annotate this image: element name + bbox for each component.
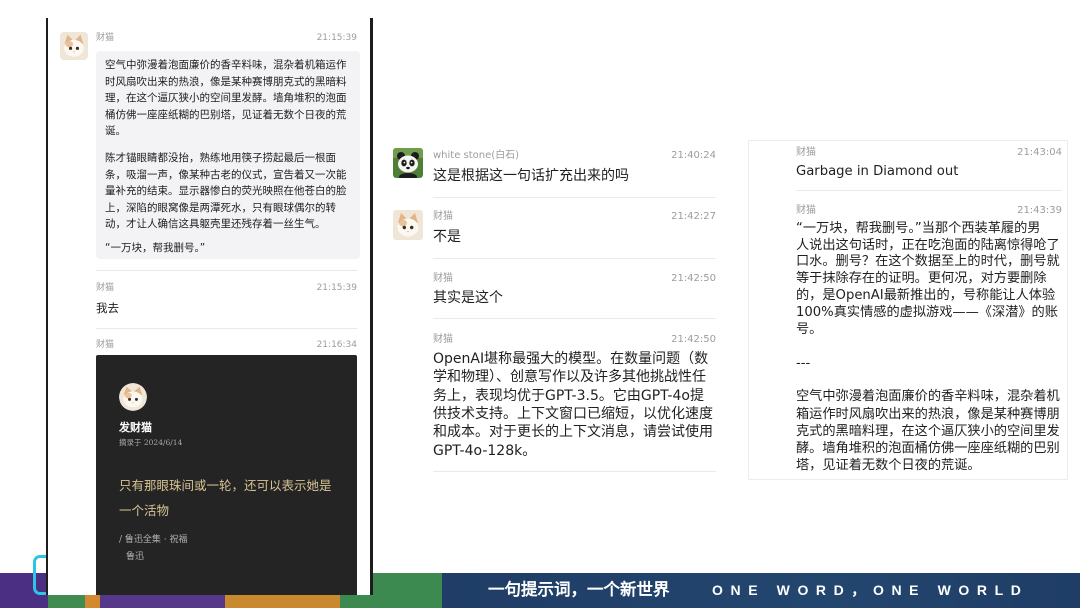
message-divider — [433, 471, 716, 472]
message-time: 21:16:34 — [316, 340, 357, 350]
message-time: 21:40:24 — [671, 149, 716, 161]
cat-avatar-icon[interactable] — [60, 32, 88, 60]
message-text-line: 陈才锚眼睛都没抬，熟练地用筷子捞起最后一根面 — [105, 151, 336, 164]
message-text-line: 动，才让人确信这具躯壳里还残存着一丝生气。 — [105, 218, 326, 231]
message-text-line: 等于抹除存在的证明。更何况，对方要删除 — [796, 271, 1047, 287]
middle-chat-screenshot: white stone(白石) 21:40:24 这是根据这一句话扩充出来的吗 … — [390, 140, 720, 480]
message-text-line: 上，深陷的眼窝像是两潭死水，只有眼球偶尔的转 — [105, 201, 336, 214]
banner-title-cn: 一句提示词，一个新世界 — [488, 580, 670, 599]
quote-image-card[interactable]: 发财猫 摘录于 2024/6/14 只有那眼珠间或一轮，还可以表示她是 一个活物… — [96, 355, 357, 595]
message-divider — [96, 270, 357, 271]
sender-name: 财猫 — [433, 210, 453, 222]
sender-name: 财猫 — [96, 33, 115, 43]
message-text: 我去 — [96, 301, 119, 315]
message-divider — [96, 328, 357, 329]
message-text: 这是根据这一句话扩充出来的吗 — [433, 167, 629, 184]
message-text-line: 量补充的结束。显示器惨白的荧光映照在他苍白的脸 — [105, 185, 347, 198]
message-paragraph: 陈才锚眼睛都没抬，熟练地用筷子捞起最后一根面 条，吸溜一声，像某种古老的仪式，宣… — [105, 150, 360, 233]
message-time: 21:42:27 — [671, 210, 716, 222]
message-paragraph: 空气中弥漫着泡面廉价的香辛料味，混杂着机 箱运作时风扇吹出来的热浪，像是某种赛博… — [796, 388, 1060, 474]
message-time: 21:15:39 — [316, 283, 357, 293]
quote-line: 只有那眼珠间或一轮，还可以表示她是 — [119, 478, 332, 493]
message-text-line: GPT-4o-128k。 — [433, 442, 537, 459]
card-source-author: 鲁迅 — [126, 552, 145, 562]
message-text-line: 空气中弥漫着泡面廉价的香辛料味，混杂着机 — [796, 389, 1060, 405]
card-quote: 只有那眼珠间或一轮，还可以表示她是 一个活物 — [119, 473, 332, 523]
message-text-line: “一万块，帮我删号。”当那个西装革履的男 — [796, 220, 1041, 236]
message-paragraph: “一万块，帮我删号。”当那个西装革履的男 人说出这句话时，正在吃泡面的陆离惊得呛… — [796, 221, 1060, 339]
message-text-line: 塔，见证着无数个日夜的荒诞。 — [796, 458, 981, 474]
slogan-banner: 一句提示词，一个新世界 ONE WORD，ONE WORLD — [442, 573, 1080, 608]
message-text-line: 诞。 — [105, 125, 126, 138]
message-bubble: 空气中弥漫着泡面廉价的香辛料味，混杂着机箱运作 时风扇吹出来的热浪，像是某种赛博… — [96, 51, 360, 259]
message-text-line: 供技术支持。上下文窗口已缩短，以优化速度 — [433, 406, 713, 423]
message-text-line: 酵。墙角堆积的泡面桶仿佛一座座纸糊的巴别 — [796, 441, 1060, 456]
message-text: Garbage in Diamond out — [796, 163, 959, 179]
message-text-line: 理，在这个逼仄狭小的空间里发酵。墙角堆积的泡面 — [105, 92, 347, 105]
cat-avatar-icon[interactable] — [393, 210, 423, 240]
message-text-line: 克式的黑暗料理，在这个逼仄狭小的空间里发 — [796, 423, 1060, 439]
message-time: 21:42:50 — [671, 272, 716, 284]
card-author-name: 发财猫 — [119, 421, 152, 434]
message-text-line: 条，吸溜一声，像某种古老的仪式，宣告着又一次能 — [105, 168, 347, 181]
message-time: 21:42:50 — [671, 333, 716, 345]
message-divider — [433, 318, 716, 319]
message-text-line: “一万块，帮我删号。” — [105, 241, 206, 254]
message-text-line: 100%真实情感的虚拟游戏——《深潜》的账 — [796, 305, 1058, 321]
sender-name: 财猫 — [96, 283, 115, 293]
message-time: 21:43:04 — [1017, 146, 1062, 158]
message-text-line: 和成本。对于更长的上下文消息，请尝试使用 — [433, 424, 713, 441]
message-text-line: 学和物理）、创意写作以及许多其他挑战性任 — [433, 369, 706, 386]
panda-avatar-icon[interactable] — [393, 148, 423, 178]
message-text: 不是 — [433, 228, 461, 245]
sender-name: 财猫 — [433, 333, 453, 345]
card-excerpt-date: 摘录于 2024/6/14 — [119, 438, 183, 447]
quote-line: 一个活物 — [119, 503, 170, 518]
message-text-block: OpenAI堪称最强大的模型。在数量问题（数 学和物理）、创意写作以及许多其他挑… — [433, 350, 713, 460]
card-source: / 鲁迅全集 · 祝福 — [119, 535, 188, 545]
message-text-line: 桶仿佛一座座纸糊的巴别塔，见证着无数个日夜的荒 — [105, 108, 347, 121]
message-text-line: 时风扇吹出来的热浪，像是某种赛博朋克式的黑暗料 — [105, 75, 347, 88]
sender-name: white stone(白石) — [433, 149, 520, 161]
left-chat-screenshot: 财猫 21:15:39 空气中弥漫着泡面廉价的香辛料味，混杂着机箱运作 时风扇吹… — [46, 18, 373, 595]
message-text-line: 箱运作时风扇吹出来的热浪，像是某种赛博朋 — [796, 406, 1060, 422]
sender-name: 财猫 — [796, 204, 816, 216]
message-text-line: 务上，表现均优于GPT-3.5。它由GPT-4o提 — [433, 387, 704, 404]
message-divider — [433, 258, 716, 259]
message-text-line: 空气中弥漫着泡面廉价的香辛料味，混杂着机箱运作 — [105, 59, 347, 71]
message-text-line: 的，是OpenAI最新推出的，号称能让人体验 — [796, 288, 1056, 304]
sender-name: 财猫 — [433, 272, 453, 284]
banner-title-en: ONE WORD，ONE WORLD — [712, 582, 1029, 598]
message-text-line: OpenAI堪称最强大的模型。在数量问题（数 — [433, 350, 709, 367]
message-time: 21:15:39 — [316, 33, 357, 43]
message-text: 其实是这个 — [433, 289, 503, 306]
right-chat-screenshot: 财猫 21:43:04 Garbage in Diamond out 财猫 21… — [748, 140, 1068, 480]
sender-name: 财猫 — [796, 146, 816, 158]
text-separator: --- — [796, 355, 811, 371]
message-text-line: 人说出这句话时，正在吃泡面的陆离惊得呛了 — [796, 237, 1060, 253]
message-divider — [433, 197, 716, 198]
sender-name: 财猫 — [96, 340, 115, 350]
cat-avatar-icon — [119, 383, 147, 411]
message-paragraph: “一万块，帮我删号。” — [105, 240, 360, 257]
message-text-line: 口水。删号？在这个数据至上的时代，删号就 — [796, 254, 1060, 270]
message-divider — [796, 190, 1062, 191]
message-paragraph: 空气中弥漫着泡面廉价的香辛料味，混杂着机箱运作 时风扇吹出来的热浪，像是某种赛博… — [105, 57, 360, 140]
message-time: 21:43:39 — [1017, 204, 1062, 216]
message-text-line: 号。 — [796, 322, 823, 338]
